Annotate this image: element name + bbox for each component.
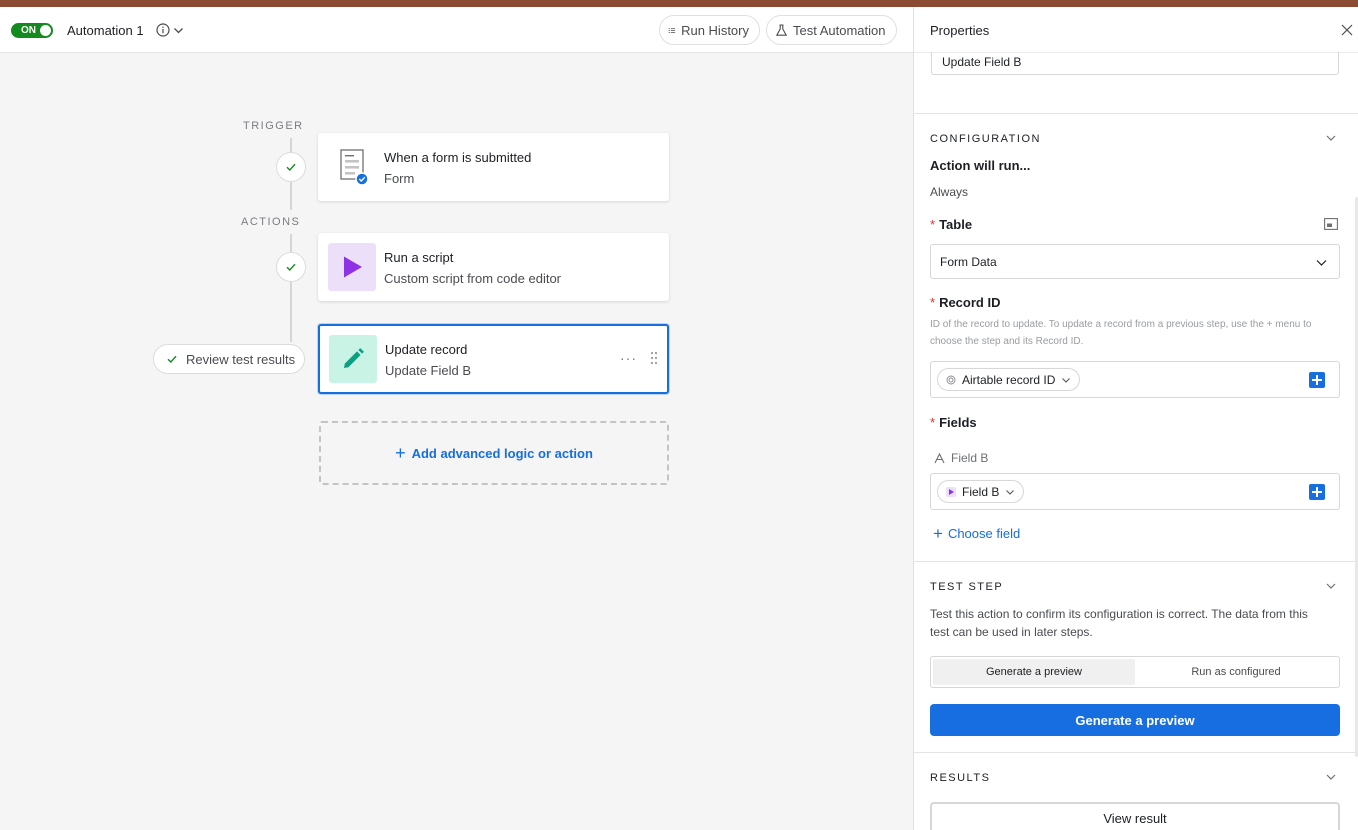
automation-canvas: ON Automation 1 Run History Test Automat… (0, 7, 913, 830)
connector-line (290, 138, 292, 152)
table-select-value: Form Data (940, 255, 997, 269)
chevron-down-icon[interactable] (1326, 581, 1336, 591)
choose-field-label: Choose field (947, 526, 1021, 541)
properties-title: Properties (930, 23, 990, 38)
add-advanced-logic-button[interactable]: + Add advanced logic or action (319, 421, 669, 485)
generate-preview-option[interactable]: Generate a preview (933, 659, 1135, 685)
run-as-configured-option[interactable]: Run as configured (1135, 659, 1337, 685)
test-automation-button[interactable]: Test Automation (766, 15, 897, 45)
table-label-text: Table (939, 217, 973, 232)
update-record-card-subtitle: Update Field B (385, 363, 471, 378)
table-view-icon[interactable] (1324, 218, 1338, 230)
fingerprint-icon (946, 375, 956, 384)
properties-header: Properties (914, 7, 1358, 53)
insert-value-plus-button[interactable] (1309, 372, 1325, 388)
list-icon (668, 27, 676, 33)
script-status-check (276, 252, 306, 282)
chevron-down-icon (1316, 260, 1327, 266)
toggle-label: ON (21, 25, 36, 36)
test-step-heading[interactable]: TEST STEP (930, 581, 1003, 593)
table-select[interactable]: Form Data (930, 244, 1340, 279)
record-id-input[interactable]: Airtable record ID (930, 361, 1340, 398)
properties-panel: Properties Update Field B CONFIGURATION … (913, 7, 1358, 830)
test-mode-segmented-control[interactable]: Generate a preview Run as configured (930, 656, 1340, 688)
actions-section-label: ACTIONS (241, 216, 301, 228)
fields-field-label: * Fields (930, 415, 977, 430)
trigger-section-label: TRIGGER (243, 120, 304, 132)
chevron-down-icon[interactable] (1326, 133, 1336, 143)
trigger-card-subtitle: Form (384, 171, 415, 186)
toggle-knob (40, 25, 51, 36)
section-divider (914, 561, 1358, 562)
play-icon (946, 486, 956, 497)
check-icon (286, 263, 296, 272)
add-advanced-logic-label: Add advanced logic or action (411, 445, 593, 461)
more-options-button[interactable]: ··· (620, 350, 637, 366)
update-record-card[interactable]: Update record Update Field B ··· (318, 324, 669, 394)
update-record-card-title: Update record (385, 342, 468, 357)
generate-preview-button[interactable]: Generate a preview (930, 704, 1340, 736)
automation-header: ON Automation 1 Run History Test Automat… (0, 7, 913, 53)
test-step-description: Test this action to confirm its configur… (930, 607, 1308, 639)
check-icon (167, 355, 177, 364)
close-icon[interactable] (1341, 24, 1353, 36)
table-field-label: * Table (930, 217, 973, 232)
plus-icon: + (933, 523, 943, 543)
record-id-help-text: ID of the record to update. To update a … (930, 319, 1312, 347)
insert-value-plus-button[interactable] (1309, 484, 1325, 500)
field-b-label-text: Field B (951, 451, 989, 465)
step-name-input[interactable]: Update Field B (931, 52, 1339, 75)
trigger-card-title: When a form is submitted (384, 150, 532, 165)
info-icon[interactable] (156, 23, 170, 37)
text-field-icon (934, 452, 945, 463)
action-runs-label: Action will run... (930, 158, 1031, 173)
automation-on-toggle[interactable]: ON (11, 23, 53, 38)
choose-field-button[interactable]: + Choose field (933, 523, 1021, 543)
flask-icon (775, 23, 788, 36)
trigger-status-check (276, 152, 306, 182)
form-icon (328, 143, 376, 191)
connector-line (290, 282, 292, 342)
record-id-token[interactable]: Airtable record ID (937, 368, 1081, 391)
test-automation-label: Test Automation (793, 22, 886, 38)
fields-label-text: Fields (939, 415, 977, 430)
chevron-down-icon[interactable] (1326, 772, 1336, 782)
review-test-results-label: Review test results (186, 351, 296, 367)
section-divider (914, 113, 1358, 114)
field-b-label: Field B (934, 450, 988, 466)
field-b-token-label: Field B (962, 484, 1000, 499)
drag-handle-icon[interactable] (650, 351, 658, 365)
run-history-button[interactable]: Run History (659, 15, 760, 45)
record-id-field-label: * Record ID (930, 295, 1001, 310)
field-b-token[interactable]: Field B (937, 480, 1025, 503)
run-script-card[interactable]: Run a script Custom script from code edi… (318, 233, 669, 301)
automation-name[interactable]: Automation 1 (67, 22, 144, 39)
results-heading[interactable]: RESULTS (930, 772, 990, 784)
plus-icon: + (395, 443, 406, 463)
connector-line (290, 234, 292, 252)
chevron-down-icon (1062, 377, 1071, 383)
chevron-down-icon[interactable] (173, 25, 184, 36)
action-runs-value: Always (930, 185, 969, 199)
top-accent-strip (0, 0, 1358, 7)
trigger-card[interactable]: When a form is submitted Form (318, 133, 669, 201)
play-icon (328, 243, 376, 291)
chevron-down-icon (1006, 489, 1015, 495)
run-script-card-title: Run a script (384, 250, 454, 265)
view-result-button[interactable]: View result (930, 802, 1340, 830)
run-history-label: Run History (681, 22, 749, 38)
run-script-card-subtitle: Custom script from code editor (384, 271, 562, 286)
record-id-token-label: Airtable record ID (962, 372, 1056, 387)
record-id-label-text: Record ID (939, 295, 1001, 310)
review-test-results-button[interactable]: Review test results (153, 344, 305, 374)
check-icon (286, 163, 296, 172)
section-divider (914, 752, 1358, 753)
field-b-input[interactable]: Field B (930, 473, 1340, 510)
configuration-heading[interactable]: CONFIGURATION (930, 133, 1041, 145)
connector-line (290, 182, 292, 210)
pencil-icon (329, 335, 377, 383)
